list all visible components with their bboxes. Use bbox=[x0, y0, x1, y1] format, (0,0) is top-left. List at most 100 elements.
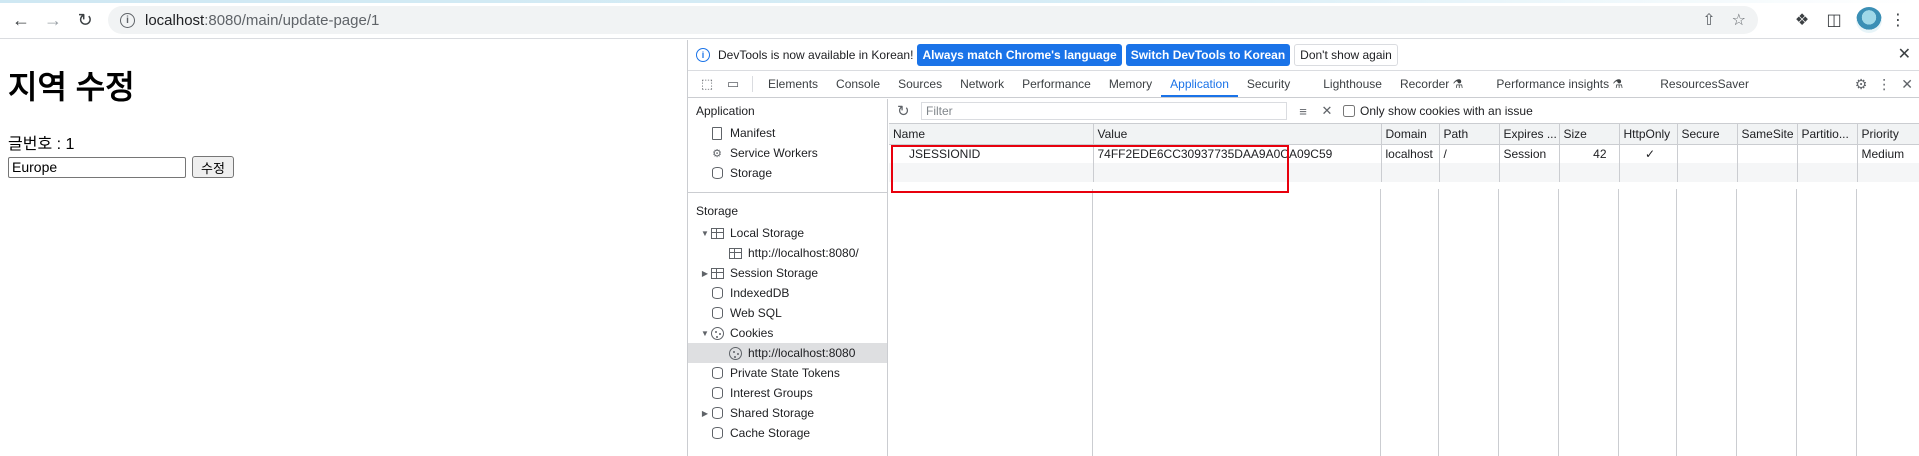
column-header[interactable]: Name bbox=[889, 124, 1094, 145]
more-options-icon[interactable]: ⋮ bbox=[1877, 76, 1891, 93]
empty-cell bbox=[1093, 163, 1382, 182]
collapsed-triangle-icon[interactable]: ▶ bbox=[700, 269, 710, 278]
column-header[interactable]: Value bbox=[1093, 124, 1382, 145]
sidebar-item-label: IndexedDB bbox=[730, 286, 790, 300]
column-header[interactable]: Size bbox=[1559, 124, 1620, 145]
tab-security[interactable]: Security bbox=[1238, 71, 1299, 97]
tab-console[interactable]: Console bbox=[827, 71, 889, 97]
column-header[interactable]: Expires ... bbox=[1499, 124, 1560, 145]
column-divider bbox=[1558, 189, 1559, 456]
cookie-name-cell[interactable]: JSESSIONID bbox=[889, 144, 1094, 163]
sidebar-item-local-storage-origin[interactable]: http://localhost:8080/ bbox=[688, 243, 887, 263]
cookie-secure-cell[interactable] bbox=[1677, 144, 1738, 163]
sidebar-item-manifest[interactable]: Manifest bbox=[688, 123, 887, 143]
sidebar-item-label: Web SQL bbox=[730, 306, 782, 320]
info-icon: i bbox=[696, 48, 710, 62]
database-icon bbox=[710, 167, 724, 180]
share-icon[interactable]: ⇧ bbox=[1702, 10, 1715, 30]
sidebar-item-storage[interactable]: Storage bbox=[688, 163, 887, 183]
tab-elements[interactable]: Elements bbox=[759, 71, 827, 97]
tab-recorder[interactable]: Recorder ⚗ bbox=[1391, 71, 1472, 97]
only-issue-checkbox[interactable] bbox=[1343, 105, 1355, 117]
cookie-domain-cell[interactable]: localhost bbox=[1381, 144, 1440, 163]
settings-gear-icon[interactable]: ⚙ bbox=[1855, 76, 1868, 93]
forward-arrow-icon[interactable]: → bbox=[41, 9, 65, 31]
column-header[interactable]: Partitio... bbox=[1797, 124, 1858, 145]
empty-cell bbox=[1797, 163, 1858, 182]
tab-network[interactable]: Network bbox=[951, 71, 1013, 97]
sidebar-item-label: Private State Tokens bbox=[730, 366, 840, 380]
region-input[interactable] bbox=[8, 156, 186, 178]
tab-performance[interactable]: Performance bbox=[1013, 71, 1100, 97]
bookmark-star-icon[interactable]: ☆ bbox=[1732, 10, 1746, 30]
infobar-close-icon[interactable]: ✕ bbox=[1898, 44, 1911, 64]
cookie-size-cell[interactable]: 42 bbox=[1559, 144, 1620, 163]
expanded-triangle-icon[interactable]: ▼ bbox=[700, 229, 710, 238]
only-issue-checkbox-label[interactable]: Only show cookies with an issue bbox=[1343, 104, 1533, 118]
cookie-expires-cell[interactable]: Session bbox=[1499, 144, 1560, 163]
device-toolbar-icon[interactable]: ▭ bbox=[720, 71, 746, 97]
cookie-partition-cell[interactable] bbox=[1797, 144, 1858, 163]
address-bar[interactable]: i localhost:8080/main/update-page/1 ⇧ ☆ bbox=[108, 6, 1758, 34]
column-divider bbox=[1092, 189, 1093, 456]
side-panel-icon[interactable]: ◫ bbox=[1822, 8, 1846, 32]
match-language-button[interactable]: Always match Chrome's language bbox=[917, 44, 1122, 66]
clear-all-cookies-icon[interactable]: ≡ bbox=[1295, 104, 1311, 119]
column-header[interactable]: Path bbox=[1439, 124, 1500, 145]
cookies-filter-bar: ↻ ≡ ✕ Only show cookies with an issue bbox=[889, 99, 1919, 124]
refresh-icon[interactable]: ↻ bbox=[897, 102, 913, 120]
sidebar-item-service-workers[interactable]: ⚙ Service Workers bbox=[688, 143, 887, 163]
expanded-triangle-icon[interactable]: ▼ bbox=[700, 329, 710, 338]
empty-cell bbox=[1559, 163, 1620, 182]
sidebar-item-private-state-tokens[interactable]: Private State Tokens bbox=[688, 363, 887, 383]
sidebar-item-cache-storage[interactable]: Cache Storage bbox=[688, 423, 887, 443]
column-divider bbox=[1438, 189, 1439, 456]
switch-to-korean-button[interactable]: Switch DevTools to Korean bbox=[1125, 44, 1291, 66]
sidebar-item-label: Shared Storage bbox=[730, 406, 815, 420]
back-arrow-icon[interactable]: ← bbox=[9, 9, 33, 31]
column-header[interactable]: Domain bbox=[1381, 124, 1440, 145]
reload-icon[interactable]: ↻ bbox=[73, 9, 97, 31]
sidebar-item-cookies[interactable]: ▼ Cookies bbox=[688, 323, 887, 343]
column-header[interactable]: Secure bbox=[1677, 124, 1738, 145]
tab-memory[interactable]: Memory bbox=[1100, 71, 1161, 97]
column-header[interactable]: SameSite bbox=[1737, 124, 1798, 145]
tab-sources[interactable]: Sources bbox=[889, 71, 951, 97]
tab-resourcessaver[interactable]: ResourcesSaver bbox=[1632, 71, 1758, 97]
tab-lighthouse[interactable]: Lighthouse bbox=[1299, 71, 1391, 97]
sidebar-item-web-sql[interactable]: Web SQL bbox=[688, 303, 887, 323]
empty-cell bbox=[889, 163, 1094, 182]
submit-button[interactable]: 수정 bbox=[192, 156, 234, 178]
cookie-path-cell[interactable]: / bbox=[1439, 144, 1500, 163]
cookie-value-cell[interactable]: 74FF2EDE6CC30937735DAA9A0CA09C59 bbox=[1093, 144, 1382, 163]
dont-show-again-button[interactable]: Don't show again bbox=[1294, 44, 1398, 66]
sidebar-item-interest-groups[interactable]: Interest Groups bbox=[688, 383, 887, 403]
column-header[interactable]: Priority bbox=[1857, 124, 1919, 145]
browser-menu-icon[interactable]: ⋮ bbox=[1886, 8, 1910, 32]
table-grid-icon bbox=[728, 247, 742, 260]
collapsed-triangle-icon[interactable]: ▶ bbox=[700, 409, 710, 418]
cookies-filter-input[interactable] bbox=[921, 102, 1287, 120]
cookie-priority-cell[interactable]: Medium bbox=[1857, 144, 1919, 163]
sidebar-divider bbox=[688, 192, 887, 193]
tab-performance-insights[interactable]: Performance insights ⚗ bbox=[1472, 71, 1632, 97]
cookie-httponly-cell[interactable]: ✓ bbox=[1619, 144, 1678, 163]
extensions-puzzle-icon[interactable]: ❖ bbox=[1790, 8, 1814, 32]
tab-application[interactable]: Application bbox=[1161, 71, 1238, 97]
table-row-empty[interactable] bbox=[889, 163, 1919, 182]
sidebar-item-indexeddb[interactable]: IndexedDB bbox=[688, 283, 887, 303]
site-info-icon[interactable]: i bbox=[120, 12, 135, 28]
close-devtools-icon[interactable]: ✕ bbox=[1901, 76, 1913, 93]
profile-avatar[interactable] bbox=[1856, 7, 1882, 33]
sidebar-item-local-storage[interactable]: ▼ Local Storage bbox=[688, 223, 887, 243]
sidebar-item-shared-storage[interactable]: ▶ Shared Storage bbox=[688, 403, 887, 423]
inspect-element-icon[interactable]: ⬚ bbox=[694, 71, 720, 97]
sidebar-item-session-storage[interactable]: ▶ Session Storage bbox=[688, 263, 887, 283]
delete-selected-icon[interactable]: ✕ bbox=[1319, 103, 1335, 119]
sidebar-item-cookies-origin[interactable]: http://localhost:8080 bbox=[688, 343, 887, 363]
empty-cell bbox=[1737, 163, 1798, 182]
cookie-samesite-cell[interactable] bbox=[1737, 144, 1798, 163]
column-header[interactable]: HttpOnly bbox=[1619, 124, 1678, 145]
column-divider bbox=[1736, 189, 1737, 456]
table-row[interactable]: JSESSIONID 74FF2EDE6CC30937735DAA9A0CA09… bbox=[889, 144, 1919, 163]
